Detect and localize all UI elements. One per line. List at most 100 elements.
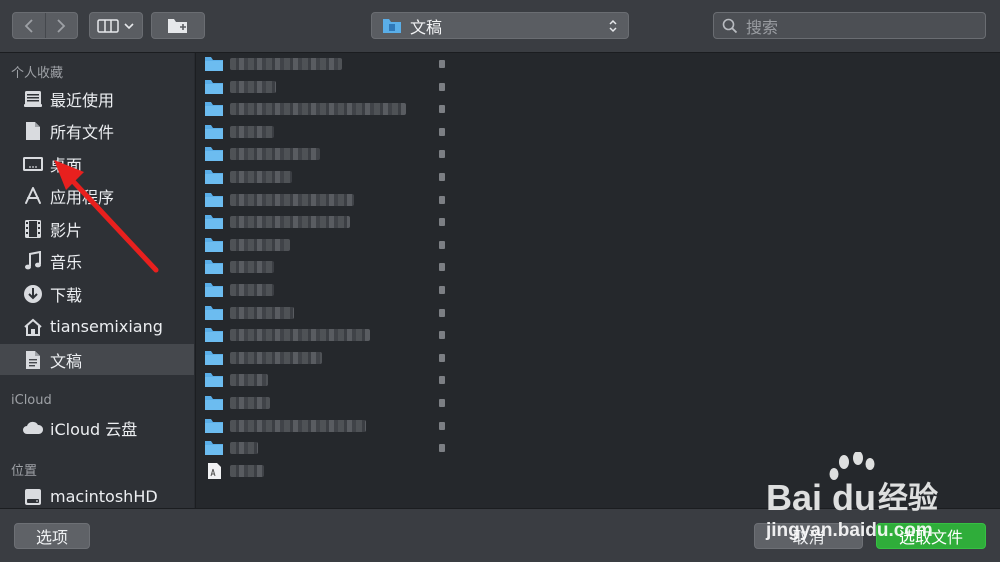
toolbar: 文稿 搜索 <box>0 0 1000 53</box>
file-icon <box>208 462 221 479</box>
sidebar-item-documents[interactable]: 文稿 <box>0 344 194 375</box>
file-list-item[interactable] <box>196 279 452 301</box>
documents-icon <box>22 349 44 371</box>
folder-icon <box>205 147 223 162</box>
file-list-item[interactable] <box>196 392 452 414</box>
search-field[interactable]: 搜索 <box>713 12 986 39</box>
file-list-item[interactable] <box>196 211 452 233</box>
disclosure-chevron-icon <box>439 399 445 407</box>
blurred-file-name <box>230 125 274 138</box>
file-list-item[interactable] <box>196 143 452 165</box>
blurred-file-name <box>230 329 370 342</box>
sidebar-item-icloud-drive[interactable]: iCloud 云盘 <box>0 412 194 443</box>
documents-folder-icon <box>383 18 401 33</box>
file-list-item[interactable] <box>196 369 452 391</box>
sidebar-item-home[interactable]: tiansemixiang <box>0 311 194 342</box>
blurred-file-name <box>230 397 270 409</box>
blurred-file-name <box>230 216 350 229</box>
file-list-item[interactable] <box>196 302 452 324</box>
file-list-item[interactable] <box>196 460 452 482</box>
sidebar-item-label: 最近使用 <box>50 90 115 110</box>
folder-icon <box>205 57 223 71</box>
folder-icon <box>205 305 223 320</box>
folder-icon <box>205 192 223 207</box>
file-list-item[interactable] <box>196 347 452 369</box>
recents-icon <box>22 88 44 110</box>
baidu-jingyan-watermark: Bai du 经验 jingyan.baidu.com <box>765 452 938 541</box>
folder-icon <box>205 283 223 297</box>
blurred-file-name <box>230 171 292 183</box>
file-list-item[interactable] <box>196 256 452 278</box>
disclosure-chevron-icon <box>439 353 445 362</box>
home-icon <box>22 316 44 338</box>
new-folder-icon <box>168 18 187 33</box>
path-popup-label: 文稿 <box>410 17 443 37</box>
blurred-file-name <box>230 442 258 455</box>
blurred-file-name <box>230 193 354 206</box>
svg-text:经验: 经验 <box>878 481 938 516</box>
disclosure-chevron-icon <box>439 127 445 136</box>
blurred-file-name <box>230 374 268 387</box>
section-icloud-heading: iCloud <box>11 393 52 408</box>
forward-button[interactable] <box>44 13 78 38</box>
sidebar-item-all-files[interactable]: 所有文件 <box>0 115 194 146</box>
sidebar-item-label: 文稿 <box>50 351 83 371</box>
folder-icon <box>205 102 223 117</box>
empty-column <box>452 53 1000 508</box>
file-list-item[interactable] <box>196 324 452 346</box>
sidebar-item-recents[interactable]: 最近使用 <box>0 83 194 114</box>
file-list-item[interactable] <box>196 53 452 75</box>
file-list-item[interactable] <box>196 415 452 437</box>
sidebar-item-label: 所有文件 <box>50 122 115 142</box>
sidebar-item-downloads[interactable]: 下载 <box>0 278 194 309</box>
document-icon <box>22 120 44 142</box>
disclosure-chevron-icon <box>439 173 445 181</box>
file-list-item[interactable] <box>196 76 452 98</box>
blurred-file-name <box>230 284 274 296</box>
blurred-file-name <box>230 103 406 116</box>
sidebar-item-macintosh-hd[interactable]: macintoshHD <box>0 481 194 508</box>
svg-text:du: du <box>832 477 876 518</box>
sidebar: 个人收藏 最近使用 所有文件 桌面 应用程序 影片 音乐 下载 tiansemi… <box>0 53 194 508</box>
search-icon <box>722 18 738 33</box>
disclosure-chevron-icon <box>439 195 445 204</box>
disclosure-chevron-icon <box>439 240 445 249</box>
watermark-url: jingyan.baidu.com <box>765 520 933 541</box>
disclosure-chevron-icon <box>439 263 445 272</box>
chevron-right-icon <box>57 18 66 33</box>
blurred-file-name <box>230 351 322 364</box>
nav-buttons <box>12 12 78 39</box>
annotation-arrow <box>54 160 159 273</box>
disclosure-chevron-icon <box>439 60 445 68</box>
blurred-file-name <box>230 80 276 93</box>
folder-icon <box>205 373 223 388</box>
disclosure-chevron-icon <box>439 150 445 159</box>
search-placeholder: 搜索 <box>746 17 779 37</box>
options-button[interactable]: 选项 <box>14 523 90 549</box>
disk-icon <box>22 486 44 508</box>
disclosure-chevron-icon <box>439 444 445 453</box>
section-favorites-heading: 个人收藏 <box>11 66 64 81</box>
view-mode-button[interactable] <box>89 12 143 39</box>
chevron-down-icon <box>124 22 134 29</box>
path-popup[interactable]: 文稿 <box>371 12 629 39</box>
chevron-left-icon <box>24 18 33 33</box>
section-locations-heading: 位置 <box>11 464 38 479</box>
file-list-item[interactable] <box>196 189 452 211</box>
folder-icon <box>205 441 223 456</box>
file-list-item[interactable] <box>196 121 452 143</box>
folder-icon <box>205 79 223 94</box>
back-button[interactable] <box>13 13 45 38</box>
sidebar-item-label: macintoshHD <box>50 487 158 506</box>
new-folder-button[interactable] <box>151 12 205 39</box>
folder-icon <box>205 170 223 184</box>
disclosure-chevron-icon <box>439 421 445 430</box>
sidebar-item-label: 下载 <box>50 285 83 305</box>
folder-icon <box>205 418 223 433</box>
file-list-item[interactable] <box>196 166 452 188</box>
file-list-item[interactable] <box>196 437 452 459</box>
blurred-file-name <box>230 306 294 319</box>
file-list-item[interactable] <box>196 98 452 120</box>
file-list-item[interactable] <box>196 234 452 256</box>
cloud-icon <box>22 417 44 439</box>
